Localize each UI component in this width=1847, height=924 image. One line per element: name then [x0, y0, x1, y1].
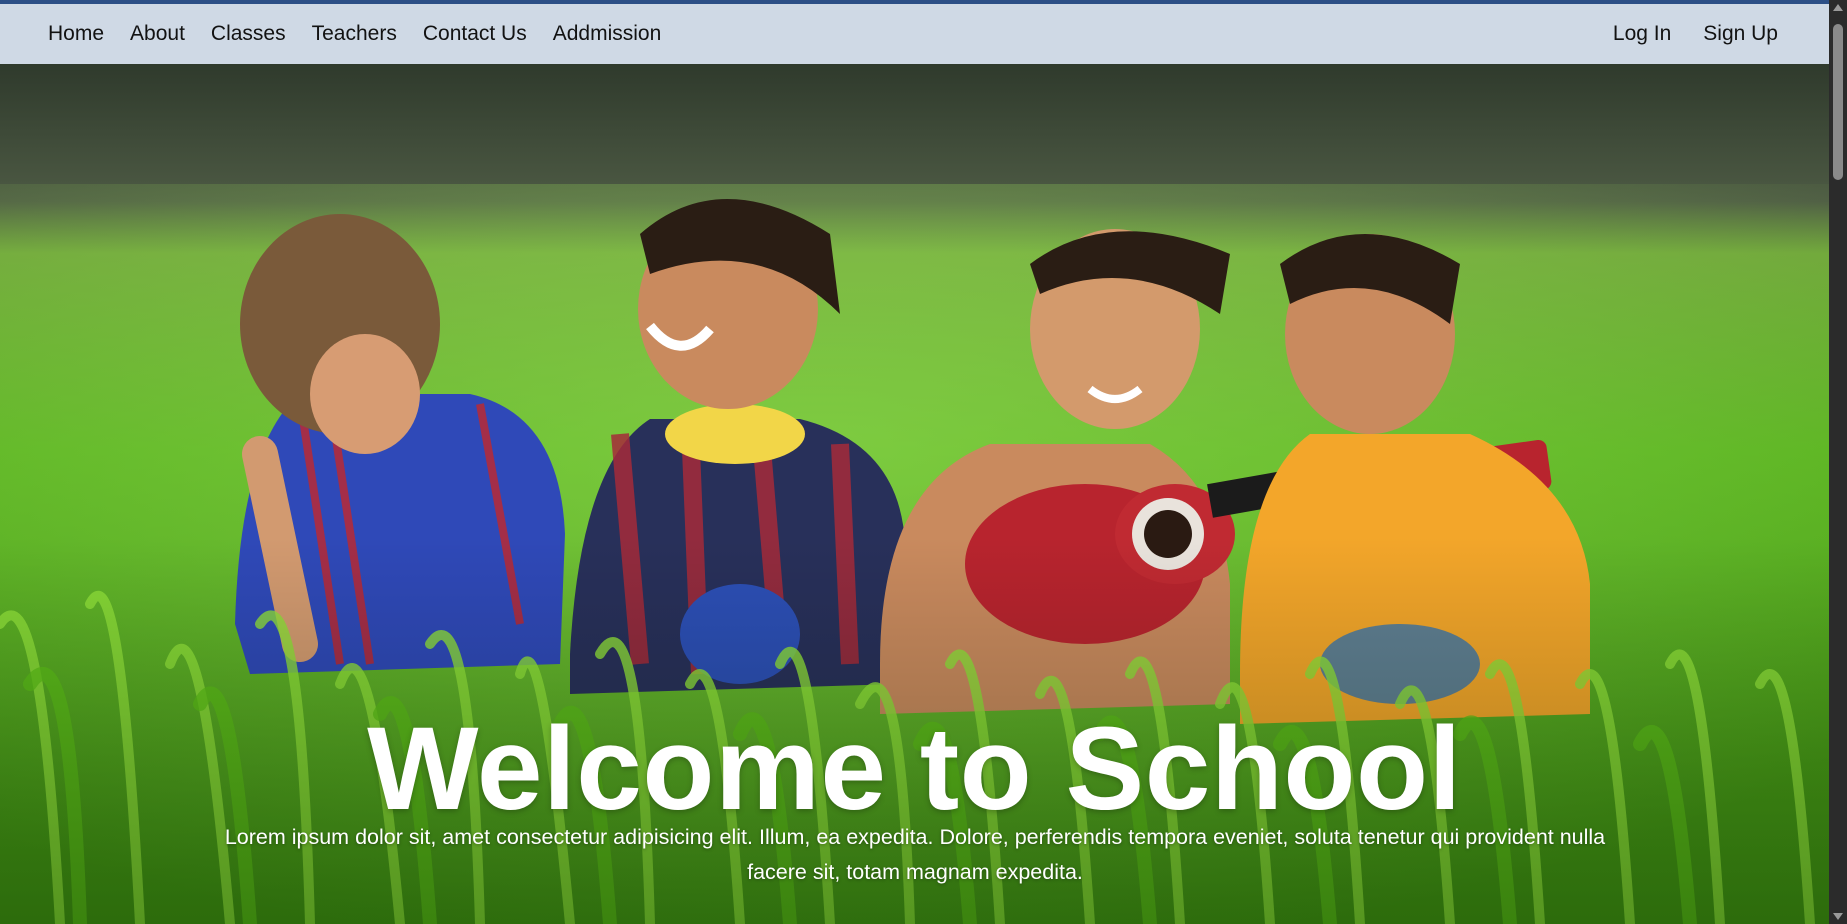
nav-left: Home About Classes Teachers Contact Us A…	[48, 22, 661, 46]
signup-link[interactable]: Sign Up	[1703, 22, 1778, 46]
hero-title: Welcome to School	[367, 703, 1462, 835]
scroll-up-arrow-icon[interactable]	[1833, 4, 1843, 11]
navbar: Home About Classes Teachers Contact Us A…	[0, 4, 1829, 64]
vertical-scrollbar[interactable]	[1829, 0, 1847, 924]
scrollbar-thumb[interactable]	[1833, 24, 1843, 180]
nav-right: Log In Sign Up	[1613, 22, 1781, 46]
nav-about-link[interactable]: About	[130, 22, 185, 46]
nav-home-link[interactable]: Home	[48, 22, 104, 46]
hero-section: Welcome to School	[0, 64, 1829, 924]
nav-classes-link[interactable]: Classes	[211, 22, 286, 46]
scroll-down-arrow-icon[interactable]	[1833, 913, 1843, 920]
login-link[interactable]: Log In	[1613, 22, 1671, 46]
nav-admission-link[interactable]: Addmission	[553, 22, 662, 46]
nav-contact-link[interactable]: Contact Us	[423, 22, 527, 46]
hero-subtitle: Lorem ipsum dolor sit, amet consectetur …	[224, 825, 1606, 884]
page: Home About Classes Teachers Contact Us A…	[0, 0, 1847, 924]
nav-teachers-link[interactable]: Teachers	[312, 22, 397, 46]
